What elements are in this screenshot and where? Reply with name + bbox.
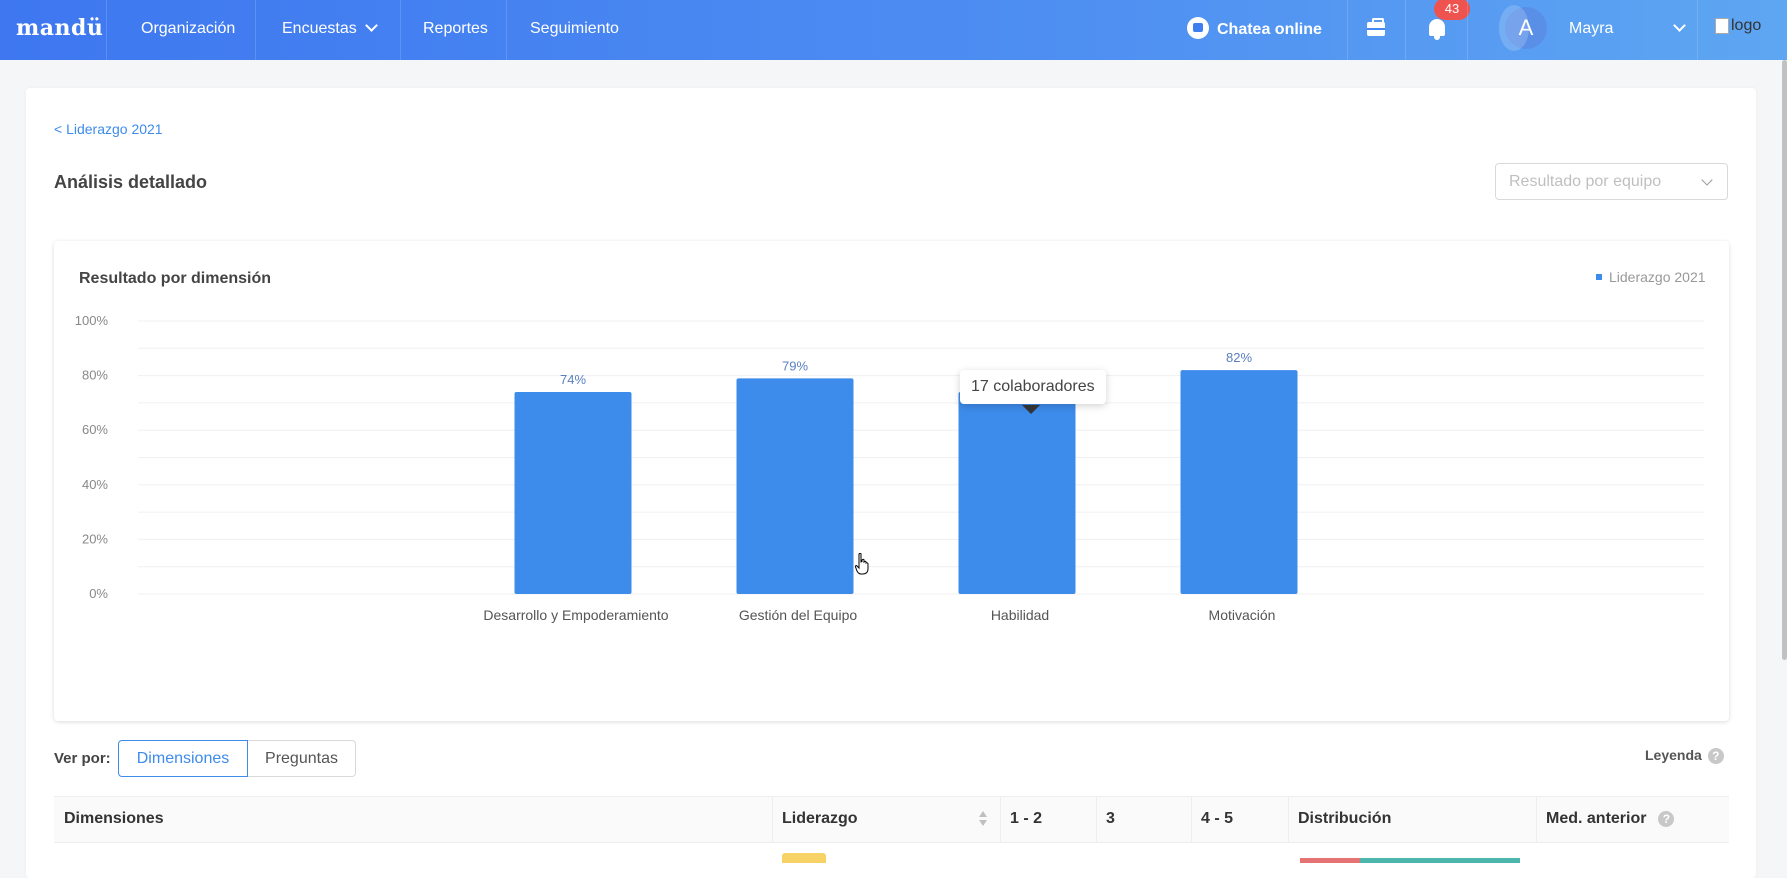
page-scrollbar[interactable] (1782, 60, 1787, 660)
nav-divider (1347, 0, 1348, 60)
score-badge (782, 853, 826, 863)
chat-label: Chatea online (1217, 21, 1322, 39)
column-header-med-anterior: Med. anterior? (1546, 810, 1675, 828)
avatar-initial: A (1518, 15, 1534, 40)
column-header-4-5: 4 - 5 (1201, 810, 1234, 827)
chevron-down-icon (1701, 174, 1713, 186)
chart-bar (736, 378, 854, 594)
chart-bar (514, 391, 632, 594)
breadcrumb[interactable]: < Liderazgo 2021 (54, 121, 163, 137)
company-logo: logo (1715, 17, 1761, 35)
page-title: Análisis detallado (54, 172, 208, 192)
help-icon: ? (1707, 748, 1724, 764)
y-tick-label: 100% (75, 313, 109, 328)
user-menu-chevron[interactable] (1665, 19, 1686, 38)
nav-divider (106, 0, 107, 60)
chevron-down-icon (1673, 19, 1686, 32)
nav-divider (506, 0, 507, 60)
nav-encuestas-label: Encuestas (282, 20, 357, 37)
nav-divider (1467, 0, 1468, 60)
x-category-label: Habilidad (991, 607, 1049, 623)
sort-icon[interactable] (978, 811, 988, 827)
column-header-liderazgo[interactable]: Liderazgo (782, 810, 858, 828)
y-tick-label: 20% (82, 531, 108, 546)
view-dimensiones-button[interactable]: Dimensiones (118, 740, 248, 777)
bar-chart: 0% 20% 40% 60% 80% 100% 74% Desarrollo y Empode… (75, 313, 1704, 623)
table-header (54, 796, 1729, 843)
nav-encuestas[interactable]: Encuestas (282, 19, 378, 38)
top-navbar: mandü Organización Encuestas Reportes Se… (0, 0, 1787, 60)
bell-icon[interactable] (1429, 19, 1445, 40)
chat-online-button[interactable]: Chatea online (1187, 17, 1322, 41)
x-category-label: Motivación (1209, 607, 1276, 623)
y-tick-label: 40% (82, 477, 108, 492)
y-tick-label: 0% (89, 586, 108, 601)
nav-organizacion[interactable]: Organización (141, 20, 235, 38)
column-header-1-2: 1 - 2 (1010, 810, 1043, 827)
notification-badge: 43 (1434, 0, 1470, 20)
view-by-label: Ver por: (54, 750, 111, 767)
leyenda-label: Leyenda (1645, 747, 1702, 763)
tooltip-arrow (1022, 405, 1040, 414)
team-result-select[interactable]: Resultado por equipo (1495, 163, 1728, 200)
bar-value-label: 74% (560, 372, 586, 387)
chart-bar (958, 391, 1076, 594)
bar-value-label: 79% (782, 358, 808, 373)
avatar[interactable]: A (1499, 5, 1547, 51)
column-header-distribucion: Distribución (1298, 810, 1392, 827)
x-category-label: Gestión del Equipo (739, 607, 858, 623)
bar-value-label: 82% (1226, 350, 1252, 365)
leyenda-link[interactable]: Leyenda? (1645, 747, 1724, 764)
nav-divider (400, 0, 401, 60)
y-tick-label: 60% (82, 422, 108, 437)
chart-bar (1180, 370, 1298, 594)
y-tick-label: 80% (82, 368, 108, 383)
team-select-placeholder: Resultado por equipo (1509, 173, 1662, 190)
briefcase-icon[interactable] (1367, 18, 1385, 36)
column-header-dimensiones[interactable]: Dimensiones (64, 810, 164, 828)
nav-seguimiento[interactable]: Seguimiento (530, 20, 619, 38)
chat-icon (1187, 17, 1209, 39)
x-category-label: Desarrollo y Empoderamiento (483, 607, 668, 623)
nav-divider (255, 0, 256, 60)
hand-cursor-icon (855, 553, 869, 575)
user-name[interactable]: Mayra (1569, 20, 1613, 38)
med-anterior-label: Med. anterior (1546, 810, 1647, 827)
column-header-3: 3 (1106, 810, 1115, 827)
chart-tooltip: 17 colaboradores (960, 370, 1106, 404)
nav-divider (1697, 0, 1698, 60)
view-preguntas-button[interactable]: Preguntas (247, 740, 356, 777)
help-icon[interactable]: ? (1658, 811, 1675, 827)
brand-logo[interactable]: mandü (16, 15, 103, 41)
nav-divider (1405, 0, 1406, 60)
chevron-down-icon (364, 19, 378, 32)
nav-reportes[interactable]: Reportes (423, 20, 488, 38)
